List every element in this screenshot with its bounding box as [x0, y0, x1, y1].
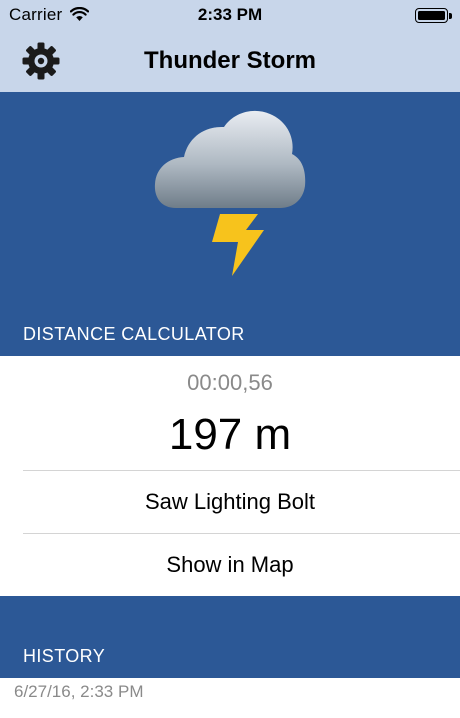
saw-lightning-button[interactable]: Saw Lighting Bolt: [0, 471, 460, 533]
history-section: HISTORY: [0, 596, 460, 678]
battery-icon: [415, 8, 448, 23]
distance-value: 197 m: [168, 410, 292, 459]
history-list-item[interactable]: 6/27/16, 2:33 PM: [0, 678, 460, 718]
section-header-distance: DISTANCE CALCULATOR: [23, 324, 245, 344]
page-title: Thunder Storm: [144, 47, 316, 74]
section-header-history: HISTORY: [23, 646, 106, 666]
elapsed-timer: 00:00,56: [187, 370, 273, 395]
history-item-label: 6/27/16, 2:33 PM: [14, 682, 144, 701]
status-bar: Carrier 2:33 PM: [0, 0, 460, 32]
status-time: 2:33 PM: [197, 5, 263, 24]
battery-level: [418, 11, 445, 20]
navigation-bar: Thunder Storm: [0, 32, 460, 92]
top-bar: Carrier 2:33 PM Thunder Storm: [0, 0, 460, 92]
hero-banner: DISTANCE CALCULATOR: [0, 92, 460, 356]
distance-calculator-card: 00:00,56 197 m Saw Lighting Bolt Show in…: [0, 356, 460, 596]
gear-icon: [22, 42, 60, 80]
battery-cap: [449, 13, 452, 19]
settings-button[interactable]: [20, 40, 62, 82]
thunderstorm-icon: [154, 110, 306, 276]
show-in-map-button[interactable]: Show in Map: [0, 534, 460, 596]
